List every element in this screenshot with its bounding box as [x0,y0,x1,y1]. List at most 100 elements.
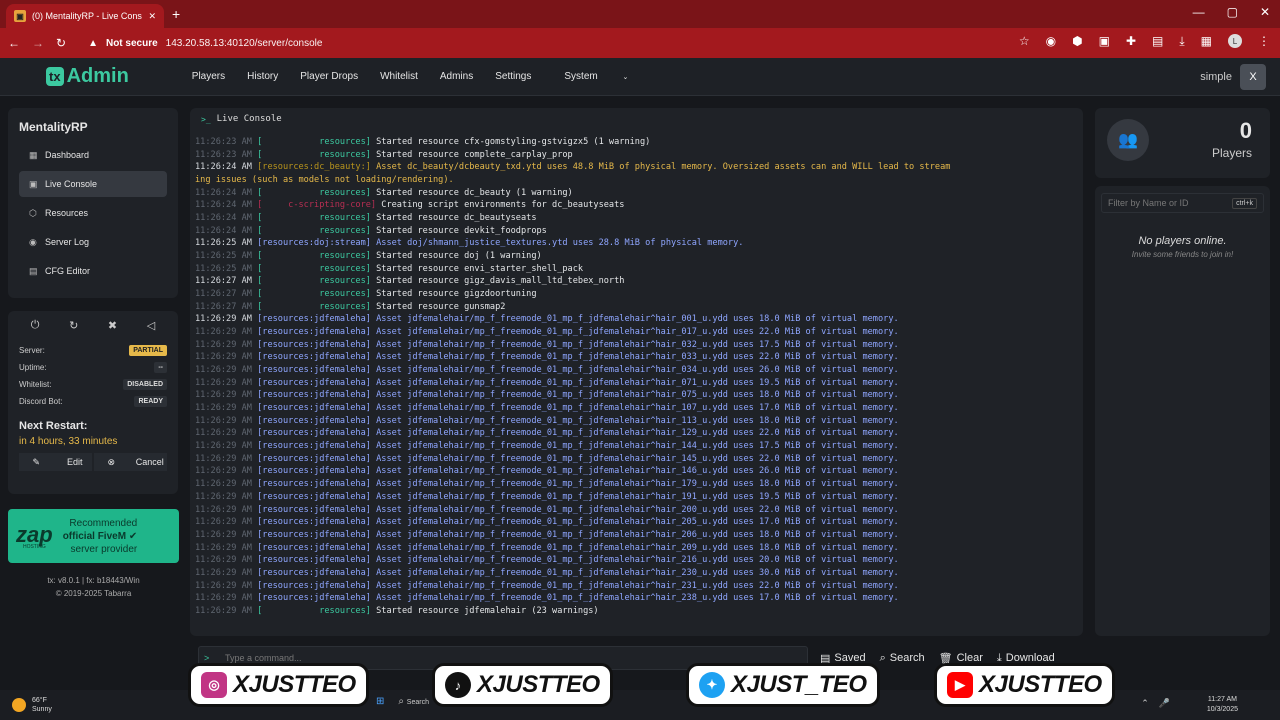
edit-button[interactable]: ✎ Edit [19,453,92,471]
pencil-icon: ✎ [19,453,54,471]
close-window-icon[interactable]: ✕ [1260,5,1270,19]
browser-tab[interactable]: ▣ (0) MentalityRP - Live Console ✕ [6,4,164,28]
back-icon[interactable]: ← [8,36,20,50]
maximize-icon[interactable]: ▢ [1227,5,1238,19]
player-filter-input[interactable]: Filter by Name or ID ctrl+k [1101,193,1264,213]
stop-server-icon[interactable]: ⏻ [31,319,40,332]
download-icon[interactable]: ⤓ [1179,34,1184,49]
sidebar-item-resources[interactable]: ⬡ Resources [19,200,167,226]
taskbar-search-icon: ⌕ [398,696,404,707]
clock-time: 11:27 AM [1207,696,1237,703]
ad-line2: official FiveM ✔ [63,530,138,543]
extension-square-icon[interactable]: ▣ [1099,34,1110,49]
sidebar-item-cfg-editor[interactable]: ▤ CFG Editor [19,258,167,284]
zap-logo: zap HOSTING [16,522,53,550]
console-message: Asset jdfemalehair/mp_f_freemode_01_mp_f… [370,479,899,490]
console-message: Asset jdfemalehair/mp_f_freemode_01_mp_f… [370,542,899,553]
next-restart-value: in 4 hours, 33 minutes [19,436,118,447]
sidebar-item-server-log[interactable]: ◉ Server Log [19,229,167,255]
console-message: Started resource cfx-gomstyling-gstvigzx… [370,137,651,147]
shield-extension-icon[interactable]: ⬢ [1072,34,1082,49]
puzzle-icon[interactable]: ✚ [1126,34,1136,49]
console-timestamp: 11:26:29 AM [195,441,252,452]
minimize-icon[interactable]: — [1193,5,1205,19]
console-line: 11:26:29 AM [resources:jdfemaleha] Asset… [190,415,1075,428]
zap-hosting-ad[interactable]: zap HOSTING Recommended official FiveM ✔… [8,509,179,563]
extension-icon[interactable]: ◉ [1046,34,1056,49]
menu-kebab-icon[interactable]: ⋮ [1258,34,1270,49]
announce-icon[interactable]: ◁ [147,319,155,332]
sidebar-toggle-icon[interactable]: ▤ [1152,34,1163,49]
cancel-label: Cancel [132,453,167,471]
console-timestamp: 11:26:29 AM [195,365,252,376]
search-button[interactable]: ⌕ Search [880,652,925,665]
nav-players[interactable]: Players [181,71,236,82]
terminal-icon: ▣ [29,178,38,189]
nav-settings[interactable]: Settings [484,71,542,82]
console-log[interactable]: 11:26:23 AM [ resources] Started resourc… [190,136,1075,618]
server-status-card: ⏻ ↻ ✖ ◁ Server: PARTIAL Uptime: -- White… [8,311,178,494]
kick-all-icon[interactable]: ✖ [108,319,117,332]
console-source: [resources:dc_beauty:] [257,162,371,173]
username[interactable]: simple [1200,71,1232,83]
console-source: [resources:jdfemaleha] [257,390,371,401]
console-timestamp: 11:26:29 AM [195,339,252,350]
user-avatar-button[interactable]: X [1240,64,1266,90]
console-source: [resources:jdfemaleha] [257,491,371,502]
nav-player-drops[interactable]: Player Drops [289,71,369,82]
console-line: 11:26:23 AM [ resources] Started resourc… [190,136,1075,149]
console-message: Started resource gigzdoortuning [370,289,537,300]
windows-start-icon[interactable]: ⊞ [376,696,384,707]
console-timestamp: 11:26:24 AM [195,162,252,173]
cancel-button[interactable]: ⊗ Cancel [94,453,167,471]
instagram-handle: XJUSTTEO [233,671,356,698]
tab-close-icon[interactable]: ✕ [148,11,156,22]
status-label: Discord Bot: [19,397,63,406]
taskbar-search[interactable]: ⌕ Search [398,696,429,707]
console-timestamp: 11:26:29 AM [195,377,252,388]
console-message: Asset jdfemalehair/mp_f_freemode_01_mp_f… [370,403,899,414]
social-banner-youtube: ▶ XJUSTTEO [934,663,1115,707]
profile-avatar[interactable]: L [1228,34,1242,48]
nav-whitelist[interactable]: Whitelist [369,71,429,82]
console-line: 11:26:29 AM [resources:jdfemaleha] Asset… [190,453,1075,466]
console-line: 11:26:29 AM [resources:jdfemaleha] Asset… [190,364,1075,377]
console-source: [resources:jdfemaleha] [257,529,371,540]
reload-icon[interactable]: ↻ [56,36,66,50]
browser-tab-bar: ▣ (0) MentalityRP - Live Console ✕ + — ▢… [0,0,1280,28]
console-timestamp: 11:26:29 AM [195,352,252,363]
console-source: [resources:doj:stream] [257,238,371,249]
restart-server-icon[interactable]: ↻ [69,319,78,332]
nav-admins[interactable]: Admins [429,71,484,82]
console-timestamp: 11:26:29 AM [195,466,252,477]
bookmark-star-icon[interactable]: ☆ [1019,34,1030,49]
restart-actions: ✎ Edit ⊗ Cancel [19,453,167,471]
sidebar-item-dashboard[interactable]: ▦ Dashboard [19,142,167,168]
ad-text: Recommended official FiveM ✔ server prov… [63,517,138,556]
weather-widget[interactable]: 66°F Sunny [12,696,52,714]
new-tab-button[interactable]: + [172,6,180,22]
console-source: [resources:jdfemaleha] [257,314,371,325]
console-source: [resources:jdfemaleha] [257,327,371,338]
console-source: [resources:jdfemaleha] [257,428,371,439]
console-line: 11:26:24 AM [ c-scripting-core] Creating… [190,199,1075,212]
sidebar-item-live-console[interactable]: ▣ Live Console [19,171,167,197]
sidebar-item-label: Dashboard [45,150,90,160]
nav-history[interactable]: History [236,71,289,82]
status-label: Server: [19,346,45,355]
txadmin-logo[interactable]: tx Admin [46,65,129,88]
forward-icon[interactable]: → [32,36,44,50]
console-source: [resources:jdfemaleha] [257,403,371,414]
taskbar-clock[interactable]: 11:27 AM 10/3/2025 [1207,695,1238,715]
mic-icon[interactable]: 🎤 [1159,698,1170,709]
nav-system[interactable]: System ⌄ [542,71,650,82]
search-icon: ⌕ [879,651,886,664]
address-bar[interactable]: ▲ Not secure 143.20.58.13:40120/server/c… [78,32,818,54]
console-message: Started resource gunsmap2 [370,301,506,312]
console-message: Asset jdfemalehair/mp_f_freemode_01_mp_f… [370,415,899,426]
status-badge: -- [154,362,167,373]
tray-chevron-icon[interactable]: ⌃ [1141,698,1149,709]
file-edit-icon: ▤ [29,265,38,276]
grid-apps-icon[interactable]: ▦ [1201,34,1212,49]
console-timestamp: 11:26:29 AM [195,479,252,490]
